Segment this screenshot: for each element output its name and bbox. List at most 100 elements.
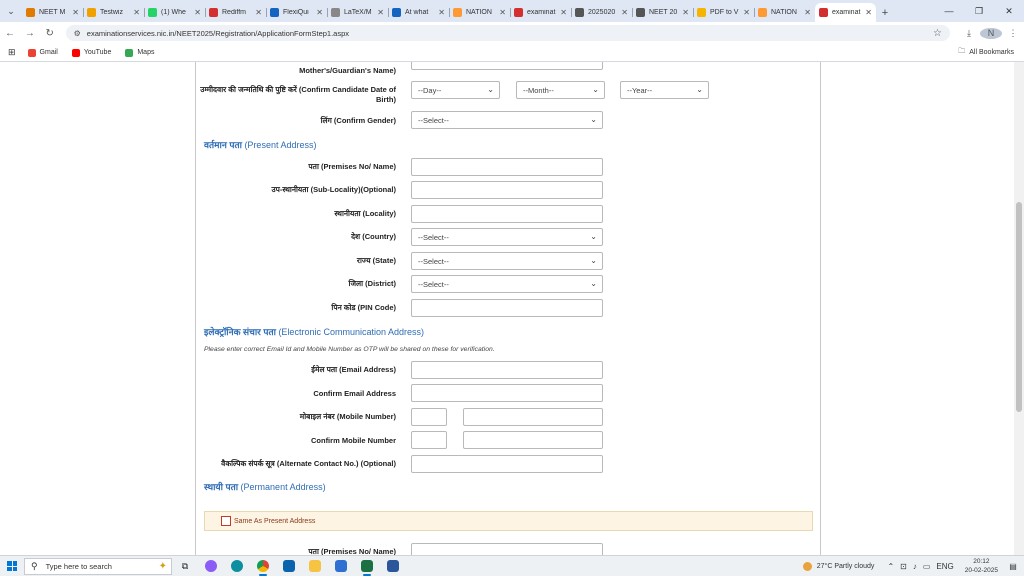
present-district-select[interactable]: --Select-- ⌄ bbox=[411, 275, 603, 293]
taskbar-search-placeholder: Type here to search bbox=[45, 561, 112, 571]
tab-close-icon[interactable]: ✕ bbox=[316, 8, 323, 17]
mobile-number-input[interactable] bbox=[463, 408, 603, 426]
forward-icon[interactable]: → bbox=[20, 28, 40, 39]
outlook-app-icon[interactable] bbox=[276, 557, 302, 576]
reload-icon[interactable]: ↻ bbox=[40, 28, 60, 39]
scrollbar-thumb[interactable] bbox=[1016, 202, 1022, 412]
browser-tab[interactable]: (1) Whe ✕ bbox=[144, 3, 205, 22]
all-bookmarks-button[interactable]: 🗀 All Bookmarks bbox=[958, 47, 1014, 58]
browser-tab[interactable]: Rediffm ✕ bbox=[205, 3, 266, 22]
word-app-icon[interactable] bbox=[380, 557, 406, 576]
same-as-present-checkbox[interactable] bbox=[221, 516, 231, 526]
close-window-icon[interactable]: ✕ bbox=[994, 6, 1024, 17]
confirm-mobile-country-code-input[interactable] bbox=[411, 431, 447, 449]
browser-tab[interactable]: NEET M ✕ bbox=[22, 3, 83, 22]
file-explorer-icon[interactable] bbox=[302, 557, 328, 576]
bookmark-item[interactable]: YouTube bbox=[71, 48, 111, 57]
excel-app-icon[interactable] bbox=[354, 557, 380, 576]
browser-tab[interactable]: FlexiQui ✕ bbox=[266, 3, 327, 22]
tab-close-icon[interactable]: ✕ bbox=[865, 8, 872, 17]
permanent-address-heading: स्थायी पता (Permanent Address) bbox=[204, 480, 326, 493]
network-icon[interactable]: ⊡ bbox=[900, 562, 907, 571]
tray-overflow-icon[interactable]: ⌃ bbox=[887, 562, 894, 571]
tab-close-icon[interactable]: ✕ bbox=[499, 8, 506, 17]
dob-month-value: --Month-- bbox=[523, 85, 554, 95]
store-app-icon[interactable] bbox=[328, 557, 354, 576]
bookmark-item[interactable]: Gmail bbox=[27, 48, 58, 57]
weather-widget[interactable]: 27°C Partly cloudy bbox=[802, 561, 874, 571]
back-icon[interactable]: ← bbox=[0, 28, 20, 39]
browser-tab[interactable]: PDF to V ✕ bbox=[693, 3, 754, 22]
tab-close-icon[interactable]: ✕ bbox=[377, 8, 384, 17]
minimize-icon[interactable]: — bbox=[934, 6, 964, 16]
bookmark-star-icon[interactable]: ☆ bbox=[933, 28, 942, 39]
profile-button[interactable]: N bbox=[980, 27, 1003, 39]
tab-close-icon[interactable]: ✕ bbox=[194, 8, 201, 17]
browser-tab[interactable]: At what ✕ bbox=[388, 3, 449, 22]
tab-close-icon[interactable]: ✕ bbox=[133, 8, 140, 17]
present-locality-input[interactable] bbox=[411, 205, 603, 223]
clock[interactable]: 20:12 20-02-2025 bbox=[965, 557, 998, 575]
volume-icon[interactable]: ♪ bbox=[913, 562, 917, 571]
tab-close-icon[interactable]: ✕ bbox=[438, 8, 445, 17]
tab-close-icon[interactable]: ✕ bbox=[72, 8, 79, 17]
browser-tab[interactable]: Testwiz ✕ bbox=[83, 3, 144, 22]
tab-search-icon[interactable]: ⌄ bbox=[0, 0, 22, 22]
address-bar[interactable]: ⚙ examinationservices.nic.in/NEET2025/Re… bbox=[65, 25, 951, 41]
chrome-app-icon[interactable] bbox=[250, 557, 276, 576]
windows-logo-icon bbox=[7, 561, 17, 571]
present-locality-label: स्थानीयता (Locality) bbox=[334, 209, 396, 218]
restore-icon[interactable]: ❐ bbox=[964, 6, 994, 17]
dob-month-select[interactable]: --Month-- ⌄ bbox=[516, 81, 605, 99]
browser-tab[interactable]: examinat ✕ bbox=[510, 3, 571, 22]
tab-close-icon[interactable]: ✕ bbox=[743, 8, 750, 17]
present-pin-input[interactable] bbox=[411, 299, 603, 317]
taskbar-search[interactable]: ⚲ Type here to search ✦ bbox=[24, 557, 172, 575]
menu-kebab-icon[interactable]: ⋮ bbox=[1002, 28, 1024, 39]
browser-tab[interactable]: NATION ✕ bbox=[449, 3, 510, 22]
tab-close-icon[interactable]: ✕ bbox=[560, 8, 567, 17]
notification-icon[interactable]: ▤ bbox=[1006, 562, 1020, 571]
mobile-country-code-input[interactable] bbox=[411, 408, 447, 426]
new-tab-button[interactable]: + bbox=[876, 3, 894, 22]
gender-select[interactable]: --Select-- ⌄ bbox=[411, 111, 603, 129]
task-view-icon[interactable]: ⧉ bbox=[172, 557, 198, 576]
dob-day-select[interactable]: --Day-- ⌄ bbox=[411, 81, 500, 99]
edge-app-icon[interactable] bbox=[224, 557, 250, 576]
tab-close-icon[interactable]: ✕ bbox=[682, 8, 689, 17]
photos-app-icon[interactable] bbox=[198, 557, 224, 576]
mother-name-input[interactable] bbox=[411, 62, 603, 70]
tab-close-icon[interactable]: ✕ bbox=[804, 8, 811, 17]
battery-icon[interactable]: ▭ bbox=[923, 562, 931, 571]
language-indicator[interactable]: ENG bbox=[936, 562, 953, 571]
tab-close-icon[interactable]: ✕ bbox=[621, 8, 628, 17]
present-sublocality-input[interactable] bbox=[411, 181, 603, 199]
tab-close-icon[interactable]: ✕ bbox=[255, 8, 262, 17]
confirm-mobile-number-input[interactable] bbox=[463, 431, 603, 449]
dob-year-value: --Year-- bbox=[627, 85, 653, 95]
confirm-email-input[interactable] bbox=[411, 384, 603, 402]
avatar: N bbox=[980, 27, 1003, 39]
present-premises-input[interactable] bbox=[411, 158, 603, 176]
url-text[interactable]: examinationservices.nic.in/NEET2025/Regi… bbox=[87, 29, 933, 38]
tab-title: NEET 20 bbox=[649, 9, 678, 16]
page-scrollbar[interactable] bbox=[1014, 62, 1024, 555]
browser-tab[interactable]: examinat ✕ bbox=[815, 3, 876, 22]
present-state-select[interactable]: --Select-- ⌄ bbox=[411, 252, 603, 270]
bookmark-item[interactable]: Maps bbox=[125, 48, 154, 57]
browser-tab[interactable]: LaTeX/M ✕ bbox=[327, 3, 388, 22]
dob-year-select[interactable]: --Year-- ⌄ bbox=[620, 81, 709, 99]
alternate-contact-input[interactable] bbox=[411, 455, 603, 473]
browser-tab[interactable]: NATION ✕ bbox=[754, 3, 815, 22]
email-input[interactable] bbox=[411, 361, 603, 379]
present-country-select[interactable]: --Select-- ⌄ bbox=[411, 228, 603, 246]
same-as-present-label[interactable]: Same As Present Address bbox=[234, 518, 315, 525]
bookmark-list: Gmail YouTube Maps bbox=[27, 48, 169, 57]
site-info-icon[interactable]: ⚙ bbox=[74, 29, 81, 38]
permanent-premises-input[interactable] bbox=[411, 543, 603, 555]
apps-grid-icon[interactable]: ⊞ bbox=[8, 47, 16, 58]
start-button[interactable] bbox=[0, 561, 24, 571]
download-icon[interactable]: ⤓ bbox=[958, 28, 980, 39]
browser-tab[interactable]: NEET 20 ✕ bbox=[632, 3, 693, 22]
browser-tab[interactable]: 2025020 ✕ bbox=[571, 3, 632, 22]
